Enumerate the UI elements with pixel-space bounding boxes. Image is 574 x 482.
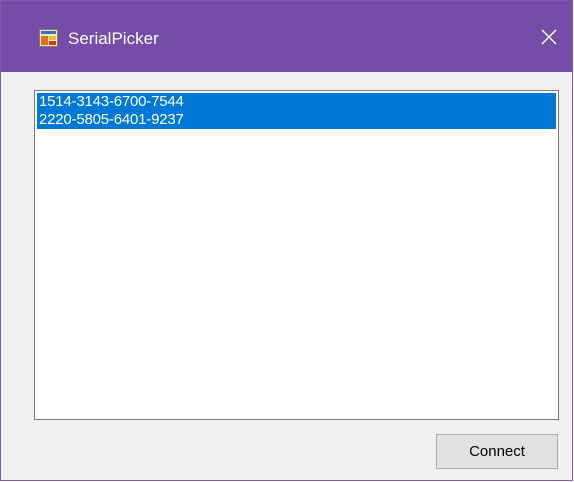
- close-icon: [541, 29, 557, 45]
- serial-list-item[interactable]: 2220-5805-6401-9237: [37, 111, 556, 129]
- serial-list-item[interactable]: 1514-3143-6700-7544: [37, 93, 556, 111]
- serial-listbox[interactable]: 1514-3143-6700-7544 2220-5805-6401-9237: [34, 90, 559, 420]
- serial-picker-window: SerialPicker 1514-3143-6700-7544 2220-58…: [0, 0, 573, 481]
- title-bar[interactable]: SerialPicker: [1, 1, 572, 72]
- close-button[interactable]: [526, 1, 572, 72]
- window-title: SerialPicker: [68, 29, 159, 48]
- form-app-icon: [39, 29, 58, 47]
- connect-button[interactable]: Connect: [436, 434, 558, 469]
